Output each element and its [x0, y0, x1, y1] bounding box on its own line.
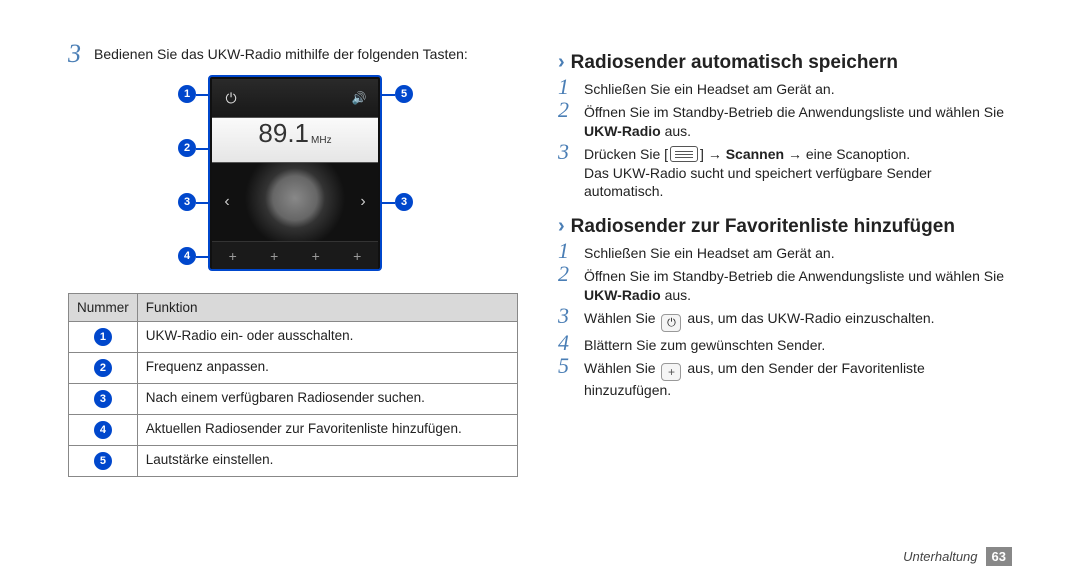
- step-number: 5: [558, 355, 578, 377]
- row-func-3: Nach einem verfügbaren Radiosender suche…: [137, 384, 517, 415]
- table-row: 5 Lautstärke einstellen.: [69, 446, 518, 477]
- favorite-steps: 1 Schließen Sie ein Headset am Gerät an.…: [558, 244, 1012, 400]
- plus-icon: [661, 363, 681, 381]
- fav-step2-text: Öffnen Sie im Standby-Betrieb die Anwend…: [584, 267, 1012, 305]
- section-title-autosave: Radiosender automatisch speichern: [571, 52, 898, 74]
- row-badge-2: 2: [94, 359, 112, 377]
- step-intro-text: Bedienen Sie das UKW-Radio mithilfe der …: [94, 45, 518, 64]
- seek-right-icon[interactable]: ›: [354, 193, 372, 211]
- table-head-number: Nummer: [69, 294, 138, 322]
- power-icon: [661, 314, 681, 332]
- row-func-2: Frequenz anpassen.: [137, 353, 517, 384]
- table-head-function: Funktion: [137, 294, 517, 322]
- radio-dial-area: ‹ ›: [212, 163, 378, 241]
- page-footer: Unterhaltung 63: [903, 547, 1012, 566]
- radio-ui-top-bar: [212, 79, 378, 117]
- menu-icon: [670, 146, 698, 162]
- radio-frequency-unit: MHz: [311, 135, 332, 146]
- step-intro: 3 Bedienen Sie das UKW-Radio mithilfe de…: [68, 45, 518, 67]
- step-number-3: 3: [68, 41, 88, 67]
- radio-frequency-display: 89.1 MHz: [212, 117, 378, 163]
- auto-step3-text: Drücken Sie [] → Scannen → eine Scanopti…: [584, 145, 1012, 202]
- table-row: 2 Frequenz anpassen.: [69, 353, 518, 384]
- section-title-favorite: Radiosender zur Favoritenliste hinzufüge…: [571, 216, 955, 238]
- seek-left-icon[interactable]: ‹: [218, 193, 236, 211]
- footer-section-name: Unterhaltung: [903, 549, 977, 564]
- callout-3-left: 3: [178, 193, 196, 211]
- table-row: 4 Aktuellen Radiosender zur Favoritenlis…: [69, 415, 518, 446]
- chevron-right-icon: ›: [558, 215, 565, 238]
- footer-page-number: 63: [986, 547, 1012, 566]
- section-heading-favorite: › Radiosender zur Favoritenliste hinzufü…: [558, 215, 1012, 238]
- auto-step3-note: Das UKW-Radio sucht und speichert verfüg…: [584, 165, 932, 200]
- row-func-5: Lautstärke einstellen.: [137, 446, 517, 477]
- fav-step1-text: Schließen Sie ein Headset am Gerät an.: [584, 244, 1012, 263]
- row-badge-4: 4: [94, 421, 112, 439]
- table-row: 3 Nach einem verfügbaren Radiosender suc…: [69, 384, 518, 415]
- row-func-1: UKW-Radio ein- oder ausschalten.: [137, 322, 517, 353]
- radio-ui-frame: 89.1 MHz ‹ › + + + +: [208, 75, 382, 271]
- callout-2: 2: [178, 139, 196, 157]
- step-number: 4: [558, 332, 578, 354]
- radio-frequency-value: 89.1: [258, 118, 309, 149]
- row-badge-1: 1: [94, 328, 112, 346]
- fav-step4-text: Blättern Sie zum gewünschten Sender.: [584, 336, 1012, 355]
- step-number: 1: [558, 76, 578, 98]
- autosave-steps: 1 Schließen Sie ein Headset am Gerät an.…: [558, 80, 1012, 201]
- fav-step3-text: Wählen Sie aus, um das UKW-Radio einzusc…: [584, 309, 1012, 332]
- chevron-right-icon: ›: [558, 51, 565, 74]
- favorite-slot-icon[interactable]: +: [353, 248, 361, 264]
- favorite-slot-icon[interactable]: +: [229, 248, 237, 264]
- step-number: 1: [558, 240, 578, 262]
- row-badge-3: 3: [94, 390, 112, 408]
- table-row: 1 UKW-Radio ein- oder ausschalten.: [69, 322, 518, 353]
- row-badge-5: 5: [94, 452, 112, 470]
- callout-5: 5: [395, 85, 413, 103]
- callout-3-right: 3: [395, 193, 413, 211]
- favorite-slot-icon[interactable]: +: [270, 248, 278, 264]
- radio-favorites-bar: + + + +: [212, 241, 378, 269]
- power-icon[interactable]: [220, 87, 242, 109]
- step-number: 2: [558, 263, 578, 285]
- step-number: 2: [558, 99, 578, 121]
- section-heading-autosave: › Radiosender automatisch speichern: [558, 51, 1012, 74]
- step-number: 3: [558, 305, 578, 327]
- radio-diagram: 1 5 2 3 3 4 89.1: [68, 75, 518, 275]
- fav-step5-text: Wählen Sie aus, um den Sender der Favori…: [584, 359, 1012, 400]
- auto-step2-text: Öffnen Sie im Standby-Betrieb die Anwend…: [584, 103, 1012, 141]
- row-func-4: Aktuellen Radiosender zur Favoritenliste…: [137, 415, 517, 446]
- favorite-slot-icon[interactable]: +: [312, 248, 320, 264]
- functions-table: Nummer Funktion 1 UKW-Radio ein- oder au…: [68, 293, 518, 477]
- callout-1: 1: [178, 85, 196, 103]
- step-number: 3: [558, 141, 578, 163]
- volume-icon[interactable]: [348, 87, 370, 109]
- callout-4: 4: [178, 247, 196, 265]
- auto-step1-text: Schließen Sie ein Headset am Gerät an.: [584, 80, 1012, 99]
